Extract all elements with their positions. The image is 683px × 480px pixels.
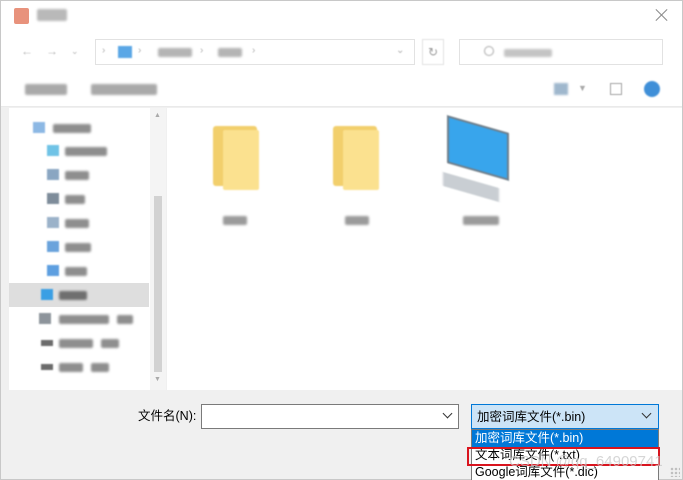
nav-item-label <box>59 339 93 348</box>
help-icon[interactable] <box>644 81 660 97</box>
folder-item[interactable] <box>195 118 275 238</box>
nav-item-desktop[interactable] <box>9 283 149 307</box>
breadcrumb-segment[interactable] <box>218 48 242 57</box>
app-icon <box>14 8 29 24</box>
video-icon <box>47 193 59 204</box>
nav-item-documents[interactable] <box>9 235 149 259</box>
scroll-down-icon[interactable]: ▼ <box>154 376 161 383</box>
drive-icon <box>41 340 53 346</box>
close-button[interactable] <box>653 6 671 24</box>
breadcrumb-segment[interactable] <box>158 48 192 57</box>
save-file-dialog: ← → ⌄ › › › › ⌄ ↻ ▼ ▲ ▼ 文件名(N): 加密词库文件(*… <box>0 0 683 480</box>
folder-item[interactable] <box>315 118 395 238</box>
computer-icon <box>447 115 509 181</box>
navigation-pane: ▲ ▼ <box>9 108 166 390</box>
organize-button[interactable] <box>25 84 67 95</box>
filetype-selected: 加密词库文件(*.bin) <box>477 410 586 424</box>
scroll-up-icon[interactable]: ▲ <box>154 112 161 119</box>
nav-item-label <box>65 195 85 204</box>
filetype-option[interactable]: 加密词库文件(*.bin) <box>472 430 658 447</box>
star-icon <box>33 122 45 133</box>
filetype-option[interactable]: Google词库文件(*.dic) <box>472 464 658 480</box>
drive-icon <box>39 313 51 324</box>
computer-icon-base <box>443 171 499 203</box>
drive-icon <box>41 364 53 370</box>
search-input[interactable] <box>459 39 663 65</box>
music-icon <box>47 265 59 276</box>
document-icon <box>47 241 59 252</box>
resize-grip-icon[interactable] <box>670 467 680 477</box>
nav-item-label <box>65 243 91 252</box>
nav-item-label <box>59 363 83 372</box>
filetype-dropdown-list: 加密词库文件(*.bin) 文本词库文件(*.txt) Google词库文件(*… <box>471 429 659 480</box>
search-placeholder <box>504 49 552 57</box>
breadcrumb-chevron-icon: › <box>102 45 106 56</box>
nav-item-label <box>65 171 89 180</box>
chevron-down-icon[interactable] <box>442 408 454 422</box>
folder-icon-front <box>343 130 379 190</box>
command-toolbar: ▼ <box>1 73 682 107</box>
cloud-icon <box>47 145 59 156</box>
recent-chevron-icon[interactable]: ⌄ <box>71 45 85 57</box>
cube-icon <box>47 169 59 180</box>
nav-item-music[interactable] <box>9 259 149 283</box>
back-arrow-icon[interactable]: ← <box>21 45 35 57</box>
picture-icon <box>47 217 59 228</box>
computer-item[interactable] <box>433 115 513 238</box>
address-dropdown-icon[interactable]: ⌄ <box>396 45 404 56</box>
view-options-icon[interactable] <box>554 83 568 95</box>
search-icon <box>484 46 494 56</box>
new-folder-button[interactable] <box>91 84 157 95</box>
nav-item-label <box>53 124 91 133</box>
address-bar[interactable]: › › › › ⌄ <box>95 39 415 65</box>
title-bar <box>1 1 682 31</box>
preview-pane-icon[interactable] <box>610 83 622 95</box>
nav-item-pictures[interactable] <box>9 211 149 235</box>
nav-item-label <box>59 291 87 300</box>
breadcrumb-chevron-icon: › <box>138 45 142 56</box>
filename-label: 文件名(N): <box>138 409 197 423</box>
breadcrumb-chevron-icon: › <box>200 45 204 56</box>
folder-item-label <box>223 216 247 225</box>
nav-item-label <box>65 219 89 228</box>
nav-item-label <box>59 315 109 324</box>
nav-item-3d[interactable] <box>9 163 149 187</box>
nav-item-drive-c[interactable] <box>9 307 149 331</box>
nav-item-label <box>117 315 133 324</box>
chevron-down-icon[interactable]: ▼ <box>578 83 587 93</box>
location-icon <box>118 46 132 58</box>
nav-item-videos[interactable] <box>9 187 149 211</box>
filename-field[interactable] <box>201 404 459 429</box>
nav-item-cloud[interactable] <box>9 139 149 163</box>
filetype-select[interactable]: 加密词库文件(*.bin) <box>471 404 659 429</box>
nav-item-label <box>101 339 119 348</box>
scrollbar-thumb[interactable] <box>154 196 162 372</box>
filetype-option[interactable]: 文本词库文件(*.txt) <box>472 447 658 464</box>
computer-item-label <box>463 216 499 225</box>
desktop-icon <box>41 289 53 300</box>
folder-icon-front <box>223 130 259 190</box>
chevron-down-icon[interactable] <box>641 408 653 422</box>
nav-item-drive-e[interactable] <box>9 355 149 379</box>
folder-item-label <box>345 216 369 225</box>
refresh-button[interactable]: ↻ <box>422 39 444 65</box>
navigation-scrollbar[interactable]: ▲ ▼ <box>150 108 166 390</box>
nav-item-drive-d[interactable] <box>9 331 149 355</box>
nav-item-label <box>65 147 107 156</box>
window-title <box>37 9 67 21</box>
breadcrumb-chevron-icon: › <box>252 45 256 56</box>
nav-item-quick-access[interactable] <box>9 116 149 140</box>
file-list-pane <box>167 108 682 390</box>
filename-input[interactable] <box>202 405 437 428</box>
navigation-bar: ← → ⌄ › › › › ⌄ ↻ <box>1 31 682 73</box>
forward-arrow-icon[interactable]: → <box>46 45 60 57</box>
nav-item-label <box>65 267 87 276</box>
nav-item-label <box>91 363 109 372</box>
